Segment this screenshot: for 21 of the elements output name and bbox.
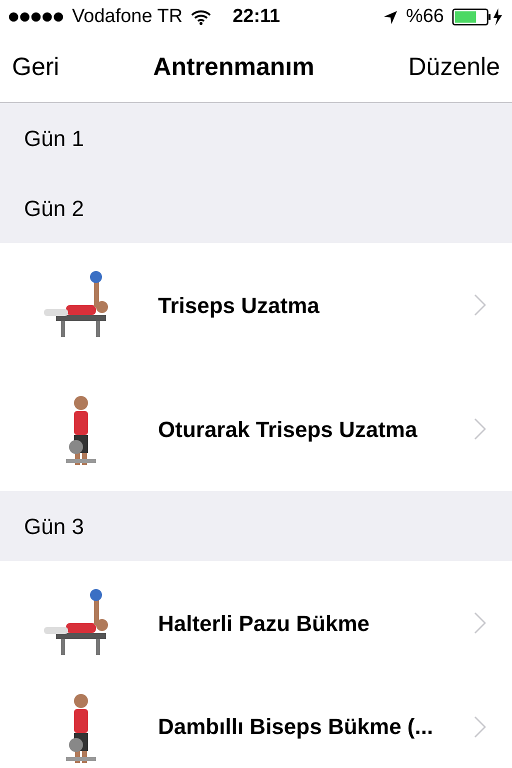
chevron-icon (474, 418, 486, 440)
chevron-icon (474, 612, 486, 634)
back-button[interactable]: Geri (12, 49, 60, 87)
signal-icon (8, 11, 64, 23)
battery-icon (452, 7, 504, 27)
section-title: Gün 1 (24, 124, 84, 152)
screen-title: Antrenmanım (153, 52, 314, 84)
exercise-name: Triseps Uzatma (158, 292, 320, 320)
exercise-name: Dambıllı Biseps Bükme (... (158, 713, 434, 741)
battery-percent: %66 (406, 4, 444, 29)
wifi-icon (190, 9, 211, 25)
exercise-name: Halterli Pazu Bükme (158, 610, 371, 638)
section-title: Gün 3 (24, 512, 84, 540)
exercise-name: Oturarak Triseps Uzatma (158, 416, 418, 444)
location-arrow-icon (382, 10, 398, 24)
carrier-name: Vodafone TR (72, 4, 183, 29)
clock-time: 22:11 (232, 4, 280, 29)
section-title: Gün 2 (24, 194, 84, 222)
chevron-icon (474, 716, 486, 738)
chevron-icon (474, 294, 486, 316)
edit-button[interactable]: Düzenle (408, 49, 500, 87)
